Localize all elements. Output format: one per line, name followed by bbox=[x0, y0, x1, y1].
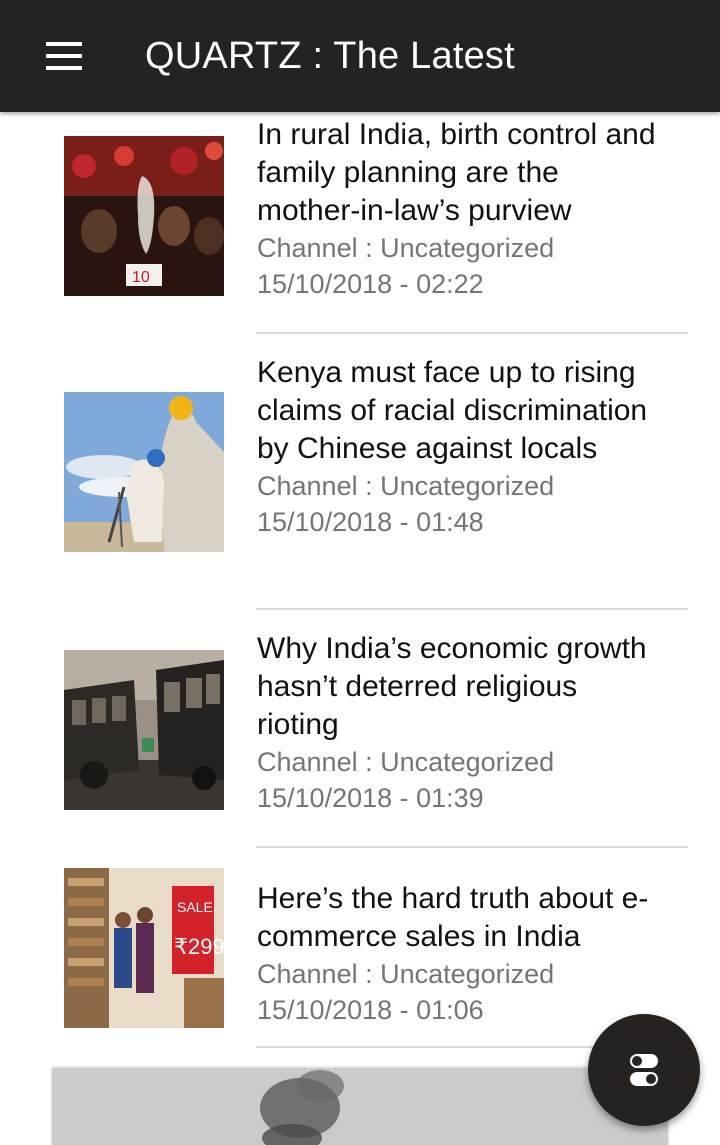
article-channel: Channel : Uncategorized bbox=[257, 959, 555, 989]
article-thumbnail bbox=[64, 650, 224, 810]
article-title: In rural India, birth control and family… bbox=[257, 118, 656, 227]
article-title: Kenya must face up to rising claims of r… bbox=[257, 356, 648, 465]
article-text: Why India’s economic growth hasn’t deter… bbox=[257, 630, 657, 816]
article-channel: Channel : Uncategorized bbox=[257, 233, 555, 263]
article-item[interactable]: Kenya must face up to rising claims of r… bbox=[0, 334, 720, 610]
app-title: QUARTZ : The Latest bbox=[145, 35, 515, 77]
article-thumbnail bbox=[64, 392, 224, 552]
hamburger-menu-icon[interactable] bbox=[40, 36, 88, 76]
article-channel: Channel : Uncategorized bbox=[257, 471, 555, 501]
article-thumbnail: SALE ₹299 bbox=[64, 868, 224, 1028]
filter-fab-button[interactable] bbox=[588, 1014, 700, 1126]
article-title: Here’s the hard truth about e-commerce s… bbox=[257, 882, 649, 953]
article-card-partial[interactable] bbox=[52, 1068, 668, 1145]
article-title: Why India’s economic growth hasn’t deter… bbox=[257, 632, 647, 741]
article-item[interactable]: Why India’s economic growth hasn’t deter… bbox=[0, 610, 720, 848]
article-datetime: 15/10/2018 - 01:39 bbox=[257, 783, 484, 813]
svg-text:10: 10 bbox=[132, 269, 150, 286]
article-channel: Channel : Uncategorized bbox=[257, 747, 555, 777]
article-text: In rural India, birth control and family… bbox=[257, 116, 657, 302]
svg-text:₹299: ₹299 bbox=[174, 934, 224, 959]
article-text: Here’s the hard truth about e-commerce s… bbox=[257, 880, 657, 1028]
svg-text:SALE: SALE bbox=[177, 899, 213, 915]
app-bar: QUARTZ : The Latest bbox=[0, 0, 720, 112]
article-datetime: 15/10/2018 - 02:22 bbox=[257, 269, 484, 299]
article-item[interactable]: 10 In rural India, birth control and fam… bbox=[0, 112, 720, 334]
article-thumbnail: 10 bbox=[64, 136, 224, 296]
filter-toggle-icon bbox=[630, 1054, 658, 1086]
article-text: Kenya must face up to rising claims of r… bbox=[257, 354, 657, 540]
article-datetime: 15/10/2018 - 01:48 bbox=[257, 507, 484, 537]
